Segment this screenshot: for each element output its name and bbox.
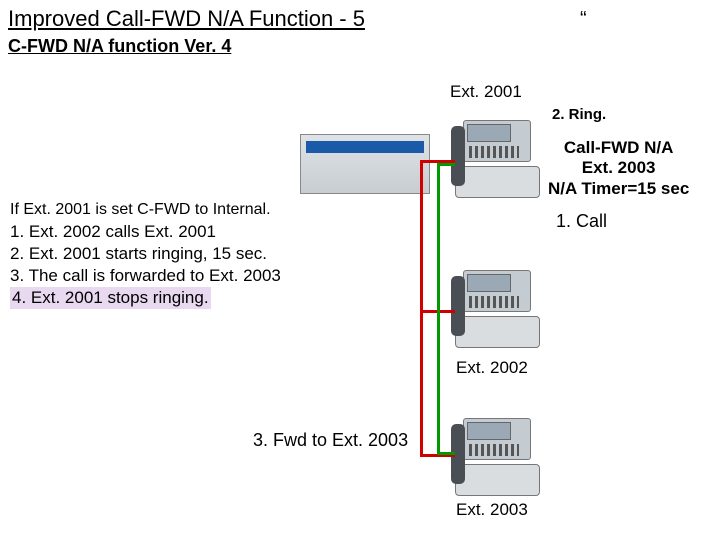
line-vertical [420,160,423,455]
scenario-step-2: 2. Ext. 2001 starts ringing, 15 sec. [10,243,390,265]
scenario-text: If Ext. 2001 is set C-FWD to Internal. 1… [10,200,390,309]
scenario-condition: If Ext. 2001 is set C-FWD to Internal. [10,200,390,221]
page-subtitle: C-FWD N/A function Ver. 4 [8,36,231,57]
phone-icon-2003 [455,418,540,496]
scenario-step-3: 3. The call is forwarded to Ext. 2003 [10,265,390,287]
label-ext-2001: Ext. 2001 [450,82,522,102]
label-ring: 2. Ring. [552,106,606,123]
page-title: Improved Call-FWD N/A Function - 5 [8,6,365,32]
pbx-unit-icon [300,134,430,194]
fwd-info-line3: N/A Timer=15 sec [548,179,689,199]
label-ext-2002: Ext. 2002 [456,358,528,378]
line-green-top [437,163,455,166]
fwd-info: Call-FWD N/A Ext. 2003 N/A Timer=15 sec [548,138,689,199]
label-ext-2003: Ext. 2003 [456,500,528,520]
line-green-vertical [437,163,440,454]
scenario-step-4: 4. Ext. 2001 stops ringing. [10,287,211,309]
scenario-step-1: 1. Ext. 2002 calls Ext. 2001 [10,221,390,243]
label-call: 1. Call [556,211,607,232]
label-fwd: 3. Fwd to Ext. 2003 [253,430,408,451]
phone-icon-2002 [455,270,540,348]
fwd-info-line1: Call-FWD N/A [548,138,689,158]
line-green-bottom [437,452,455,455]
phone-icon-2001 [455,120,540,198]
fwd-info-line2: Ext. 2003 [548,158,689,178]
quote-mark: “ [580,8,587,31]
